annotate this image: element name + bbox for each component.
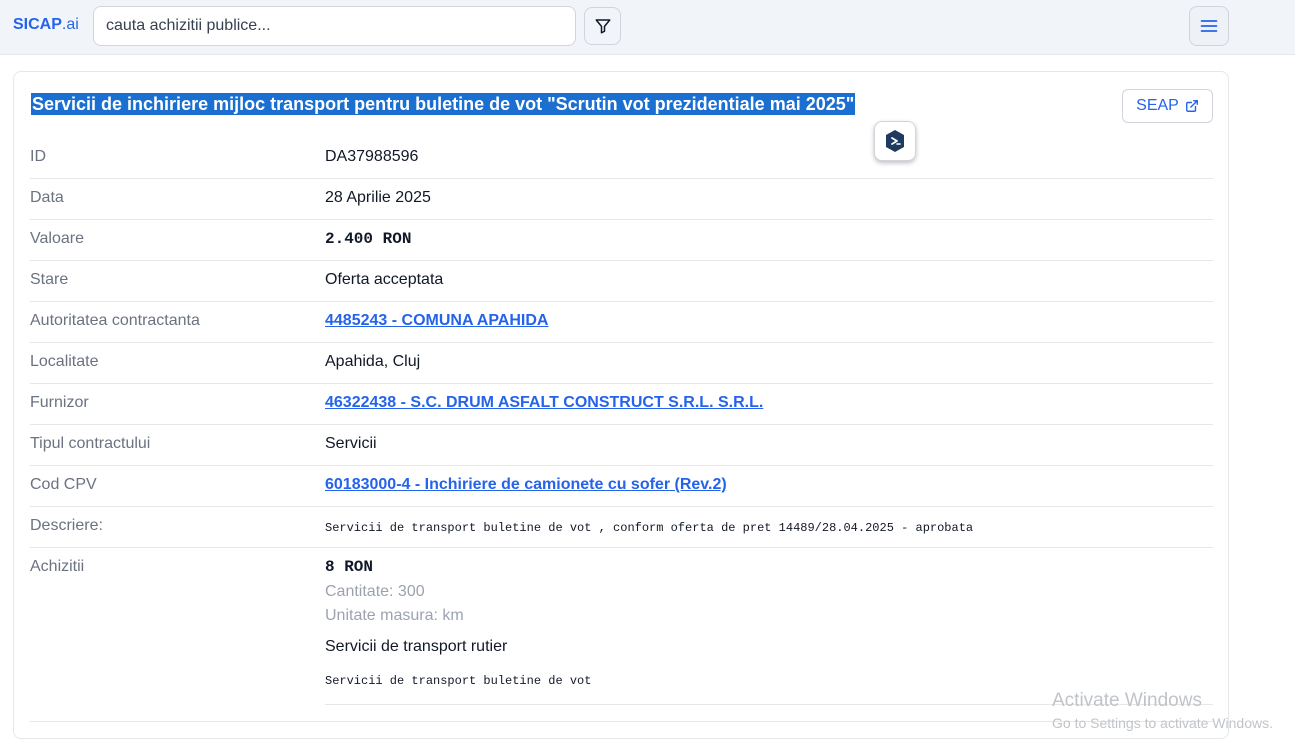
seap-label: SEAP [1136,97,1179,114]
field-label: Stare [30,271,69,288]
activate-windows-subtitle: Go to Settings to activate Windows. [1052,715,1273,731]
field-label: Achizitii [30,558,85,575]
field-row-autoritate: Autoritatea contractanta 4485243 - COMUN… [30,302,1213,343]
field-value: Servicii [325,435,377,452]
field-value: DA37988596 [325,148,419,165]
filter-icon [595,19,610,34]
field-label: Autoritatea contractanta [30,312,200,329]
field-label: Data [30,189,64,206]
top-bar: SICAP.ai [0,0,1295,55]
field-label: Furnizor [30,394,89,411]
supplier-link[interactable]: 46322438 - S.C. DRUM ASFALT CONSTRUCT S.… [325,394,763,412]
field-label: ID [30,148,46,165]
field-label: Valoare [30,230,84,247]
menu-button[interactable] [1189,6,1229,46]
field-label: Descriere: [30,517,103,534]
cpv-link[interactable]: 60183000-4 - Inchiriere de camionete cu … [325,476,727,494]
field-row-furnizor: Furnizor 46322438 - S.C. DRUM ASFALT CON… [30,384,1213,425]
hamburger-icon [1200,20,1218,32]
item-service: Servicii de transport rutier [325,638,508,655]
field-row-id: ID DA37988596 [30,138,1213,179]
item-price: 8 RON [325,558,374,576]
activate-windows-title: Activate Windows [1052,690,1202,711]
field-value: 2.400 RON [325,230,412,248]
authority-link[interactable]: 4485243 - COMUNA APAHIDA [325,312,548,330]
field-label: Localitate [30,353,99,370]
field-row-valoare: Valoare 2.400 RON [30,220,1213,261]
item-unit: Unitate masura: km [325,607,464,624]
field-row-achizitii: Achizitii 8 RON Cantitate: 300 Unitate m… [30,548,1213,722]
logo-suffix: .ai [61,16,79,33]
field-row-localitate: Localitate Apahida, Cluj [30,343,1213,384]
field-value: 28 Aprilie 2025 [325,189,431,206]
filter-button[interactable] [584,7,621,45]
logo-main: SICAP [13,16,62,33]
field-row-descriere: Descriere: Servicii de transport buletin… [30,507,1213,548]
field-value: Oferta acceptata [325,271,444,288]
logo[interactable]: SICAP.ai [13,16,79,34]
seap-button[interactable]: SEAP [1122,89,1213,123]
field-row-stare: Stare Oferta acceptata [30,261,1213,302]
search-input[interactable] [93,6,576,46]
page-title: Servicii de inchiriere mijloc transport … [31,93,856,115]
field-value: Apahida, Cluj [325,353,421,370]
item-description: Servicii de transport buletine de vot [325,674,592,688]
field-row-cpv: Cod CPV 60183000-4 - Inchiriere de camio… [30,466,1213,507]
field-label: Cod CPV [30,476,97,493]
detail-card: Servicii de inchiriere mijloc transport … [13,71,1229,739]
field-label: Tipul contractului [30,435,151,452]
field-row-tip-contract: Tipul contractului Servicii [30,425,1213,466]
field-value: Servicii de transport buletine de vot , … [325,521,974,535]
item-quantity: Cantitate: 300 [325,583,425,600]
field-row-data: Data 28 Aprilie 2025 [30,179,1213,220]
external-link-icon [1185,100,1198,112]
